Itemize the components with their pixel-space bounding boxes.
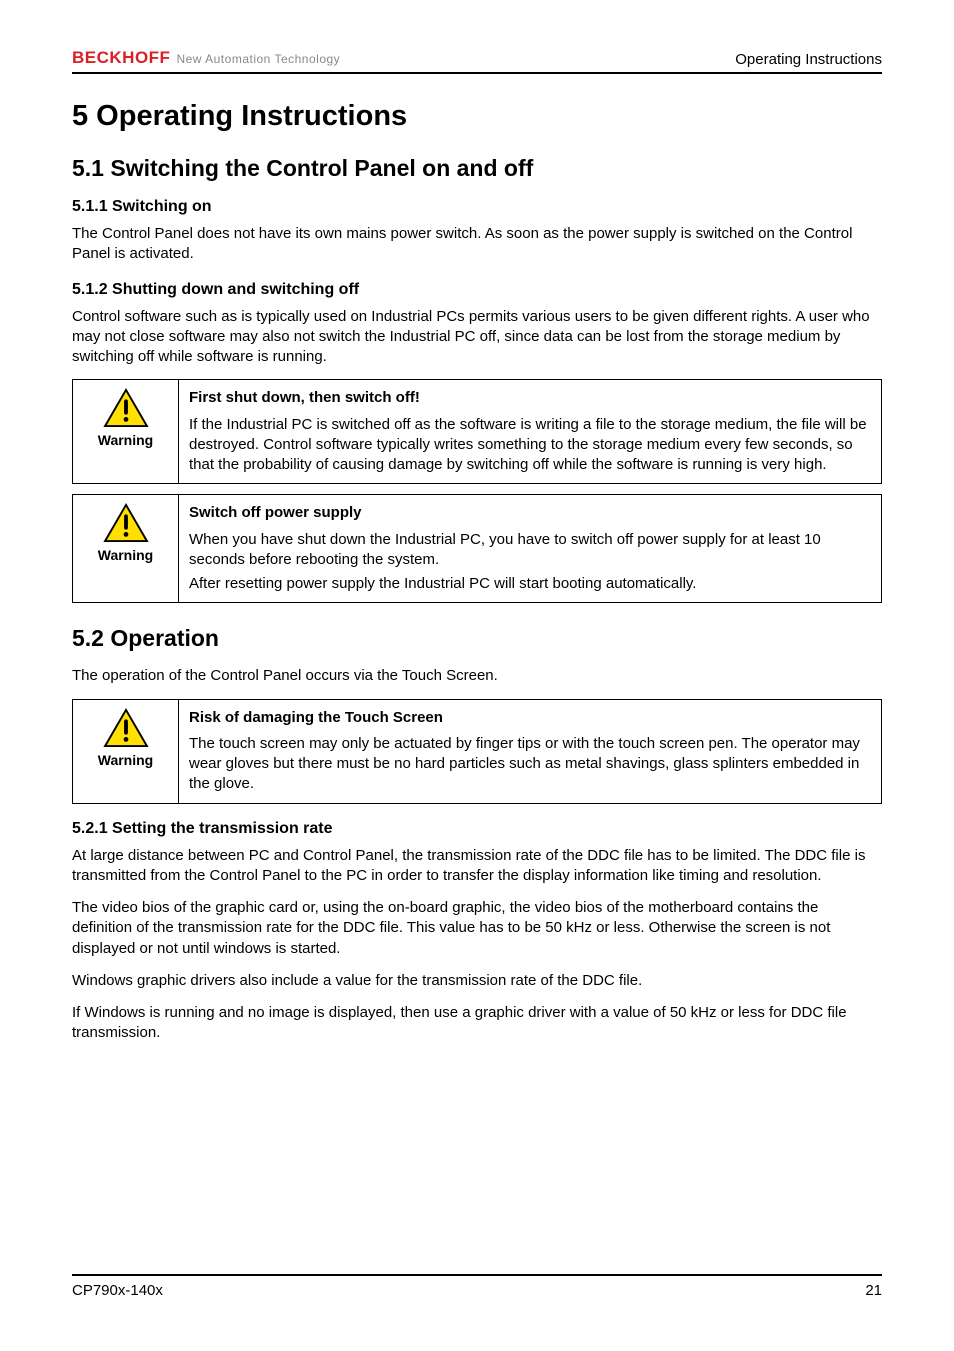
warning-triangle-icon (103, 708, 149, 748)
page-content: 5 Operating Instructions 5.1 Switching t… (72, 74, 882, 1274)
warning-body: When you have shut down the Industrial P… (189, 530, 871, 571)
section-5-2-paragraph: The operation of the Control Panel occur… (72, 666, 882, 686)
section-5-1-2-paragraph: Control software such as is typically us… (72, 307, 882, 368)
warning-content: Switch off power supply When you have sh… (179, 495, 881, 602)
warning-label-text: Warning (98, 432, 153, 448)
warning-label-text: Warning (98, 752, 153, 768)
warning-label-text: Warning (98, 547, 153, 563)
section-5-2-1-paragraph-1: At large distance between PC and Control… (72, 846, 882, 887)
warning-label-cell: Warning (73, 495, 179, 602)
footer-page-number: 21 (865, 1282, 882, 1299)
section-5-1-2-heading: 5.1.2 Shutting down and switching off (72, 281, 882, 299)
warning-body: The touch screen may only be actuated by… (189, 734, 871, 795)
warning-triangle-icon (103, 503, 149, 543)
warning-content: First shut down, then switch off! If the… (179, 380, 881, 483)
warning-title: Switch off power supply (189, 503, 871, 523)
brand-name: BECKHOFF (72, 48, 170, 68)
section-5-2-1-paragraph-2: The video bios of the graphic card or, u… (72, 898, 882, 959)
footer-doc-id: CP790x-140x (72, 1282, 163, 1299)
warning-content: Risk of damaging the Touch Screen The to… (179, 700, 881, 803)
warning-box-power: Warning Switch off power supply When you… (72, 494, 882, 603)
chapter-heading: 5 Operating Instructions (72, 100, 882, 133)
warning-title: First shut down, then switch off! (189, 388, 871, 408)
warning-title: Risk of damaging the Touch Screen (189, 708, 871, 728)
header-section-title: Operating Instructions (735, 51, 882, 68)
warning-triangle-icon (103, 388, 149, 428)
page-header: BECKHOFF New Automation Technology Opera… (72, 48, 882, 74)
brand-tagline: New Automation Technology (176, 52, 340, 66)
warning-label-cell: Warning (73, 700, 179, 803)
warning-label-cell: Warning (73, 380, 179, 483)
section-5-2-1-paragraph-3: Windows graphic drivers also include a v… (72, 971, 882, 991)
brand-logo: BECKHOFF New Automation Technology (72, 48, 340, 68)
warning-body: If the Industrial PC is switched off as … (189, 415, 871, 476)
warning-box-shutdown: Warning First shut down, then switch off… (72, 379, 882, 484)
section-5-1-1-paragraph: The Control Panel does not have its own … (72, 224, 882, 265)
warning-box-touch: Warning Risk of damaging the Touch Scree… (72, 699, 882, 804)
section-5-2-heading: 5.2 Operation (72, 625, 882, 652)
section-5-1-heading: 5.1 Switching the Control Panel on and o… (72, 155, 882, 182)
section-5-2-1-paragraph-4: If Windows is running and no image is di… (72, 1003, 882, 1044)
page-footer: CP790x-140x 21 (72, 1274, 882, 1299)
section-5-2-1-heading: 5.2.1 Setting the transmission rate (72, 820, 882, 838)
warning-body-extra: After resetting power supply the Industr… (189, 574, 871, 594)
section-5-1-1-heading: 5.1.1 Switching on (72, 198, 882, 216)
